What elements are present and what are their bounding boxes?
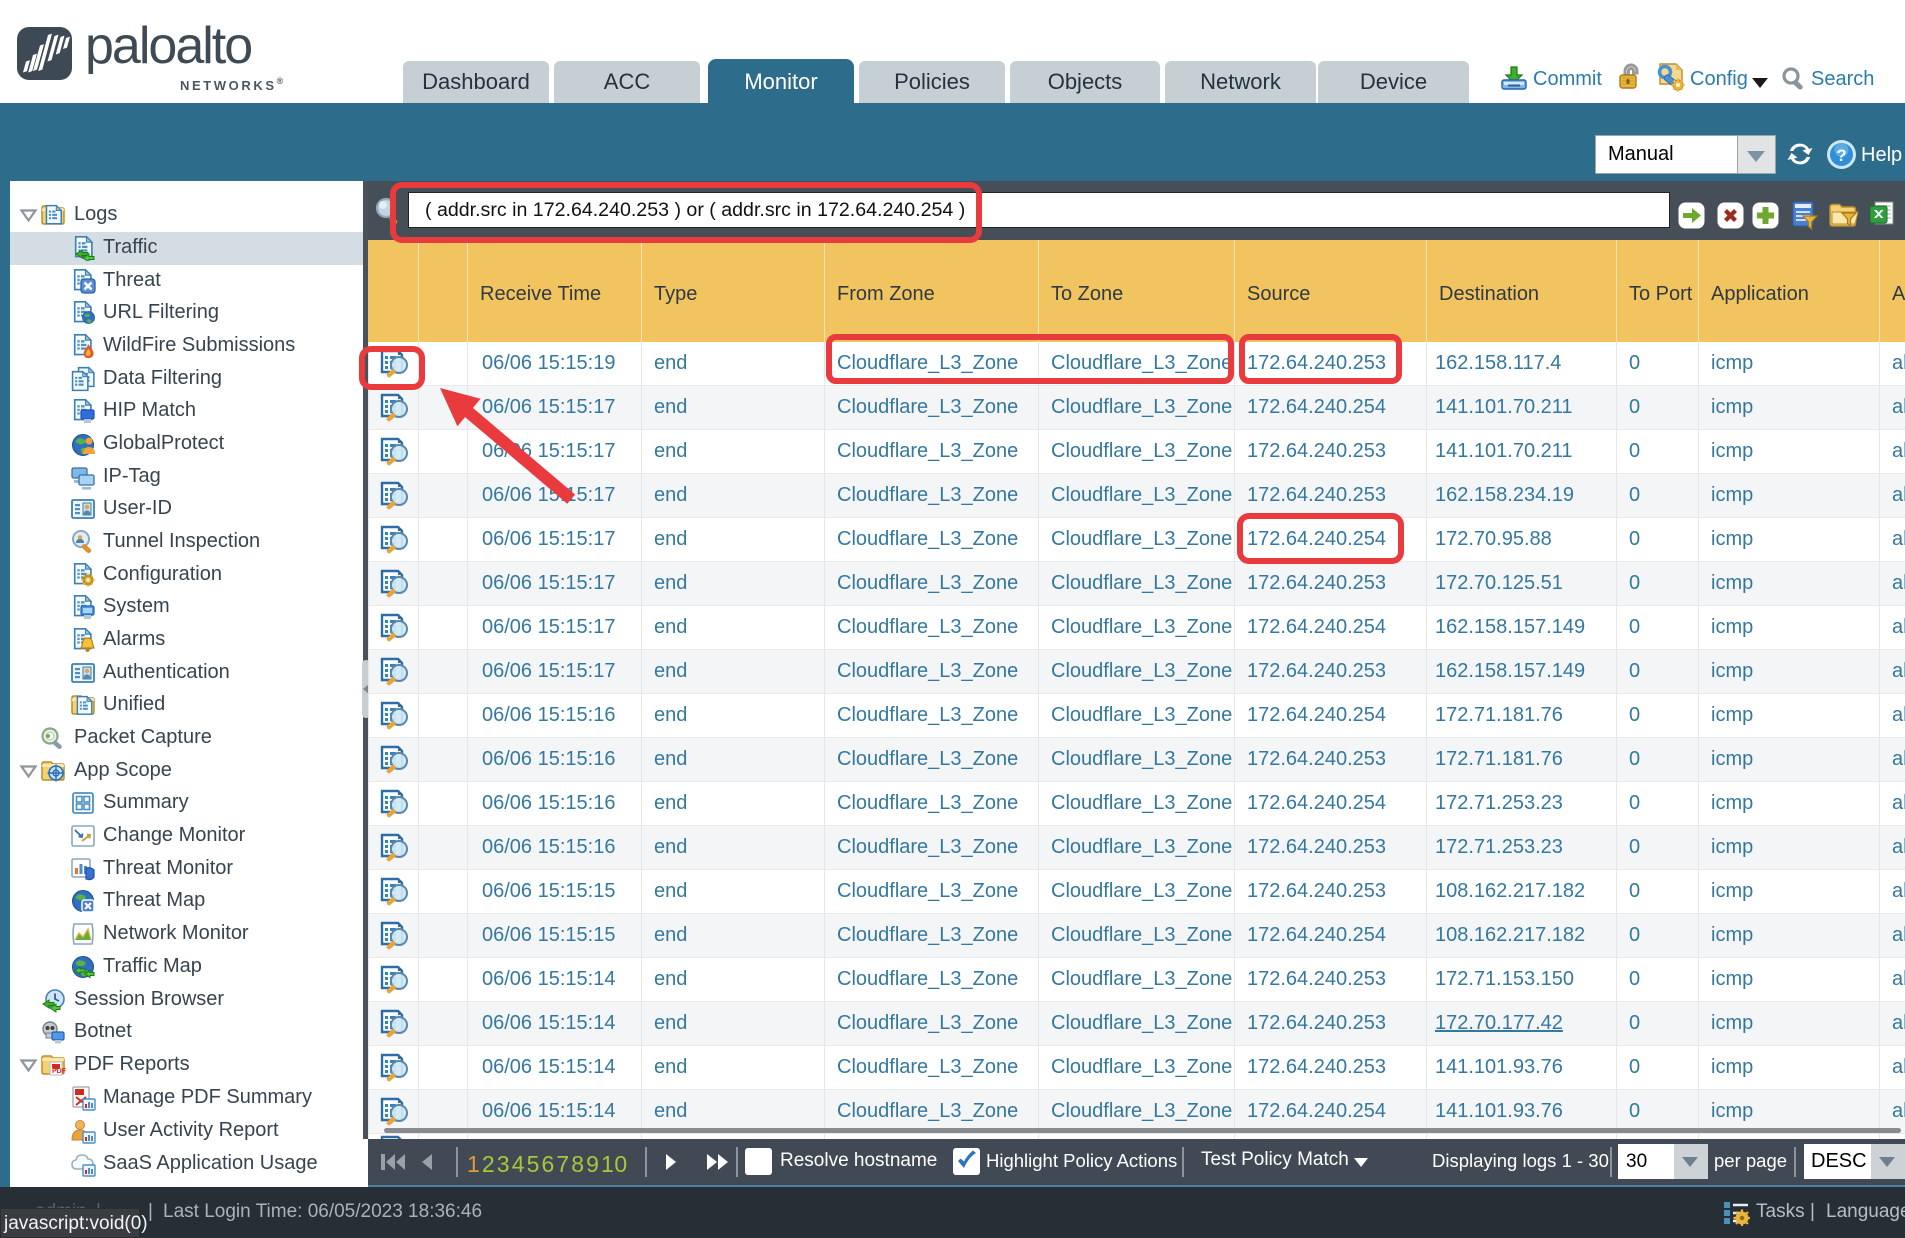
svg-text:PDF: PDF [52, 1068, 66, 1075]
svg-text:?: ? [1836, 146, 1846, 165]
